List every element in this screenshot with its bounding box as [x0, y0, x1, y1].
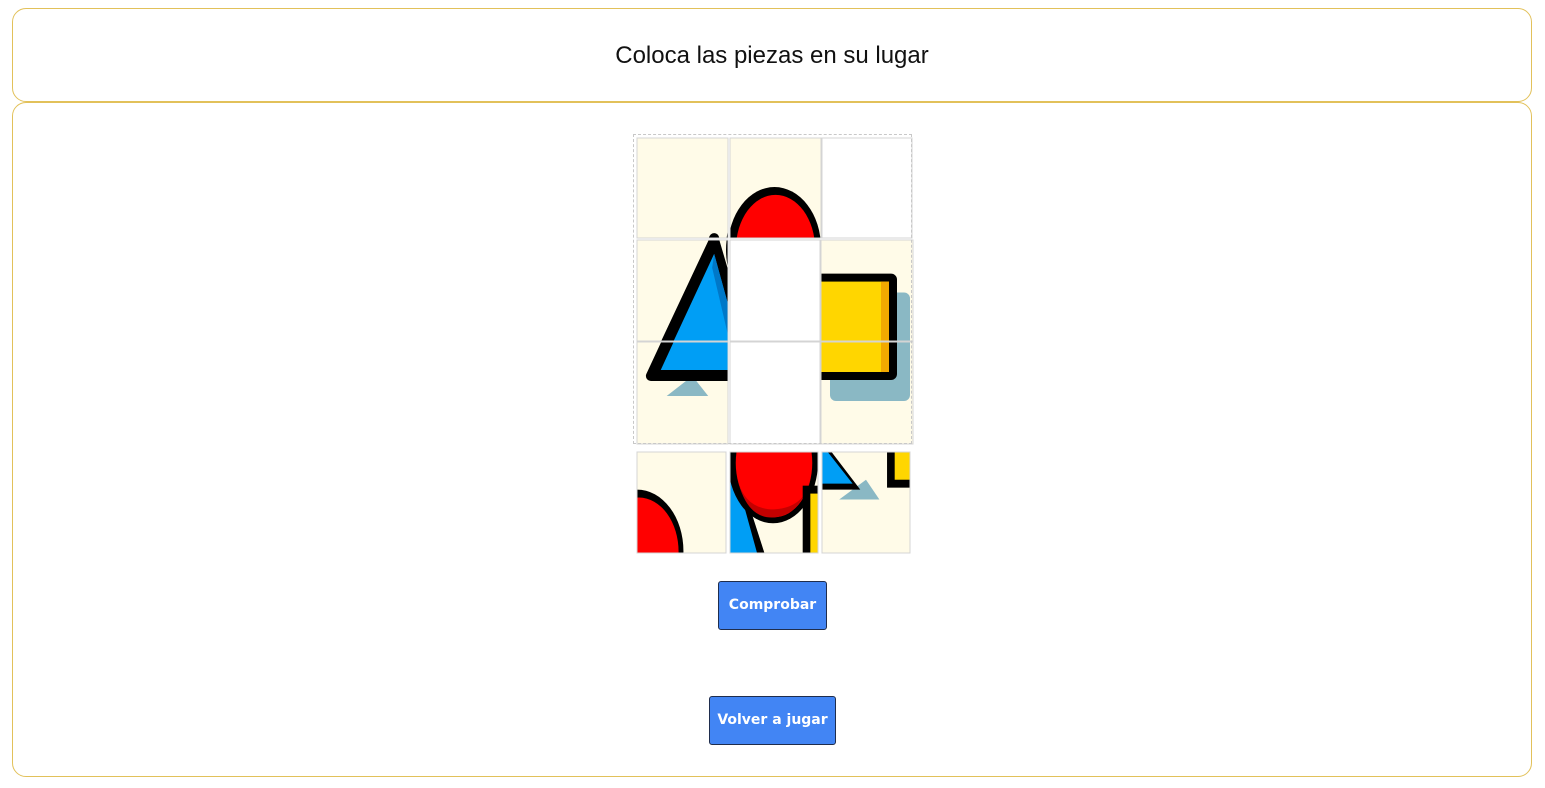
- puzzle-board: [633, 134, 912, 444]
- loose-piece[interactable]: [821, 451, 911, 554]
- header-panel: Coloca las piezas en su lugar: [12, 8, 1532, 102]
- page-title: Coloca las piezas en su lugar: [615, 42, 929, 69]
- play-again-button[interactable]: Volver a jugar: [709, 696, 836, 745]
- game-panel: Comprobar Volver a jugar: [12, 102, 1532, 777]
- check-button[interactable]: Comprobar: [718, 581, 827, 630]
